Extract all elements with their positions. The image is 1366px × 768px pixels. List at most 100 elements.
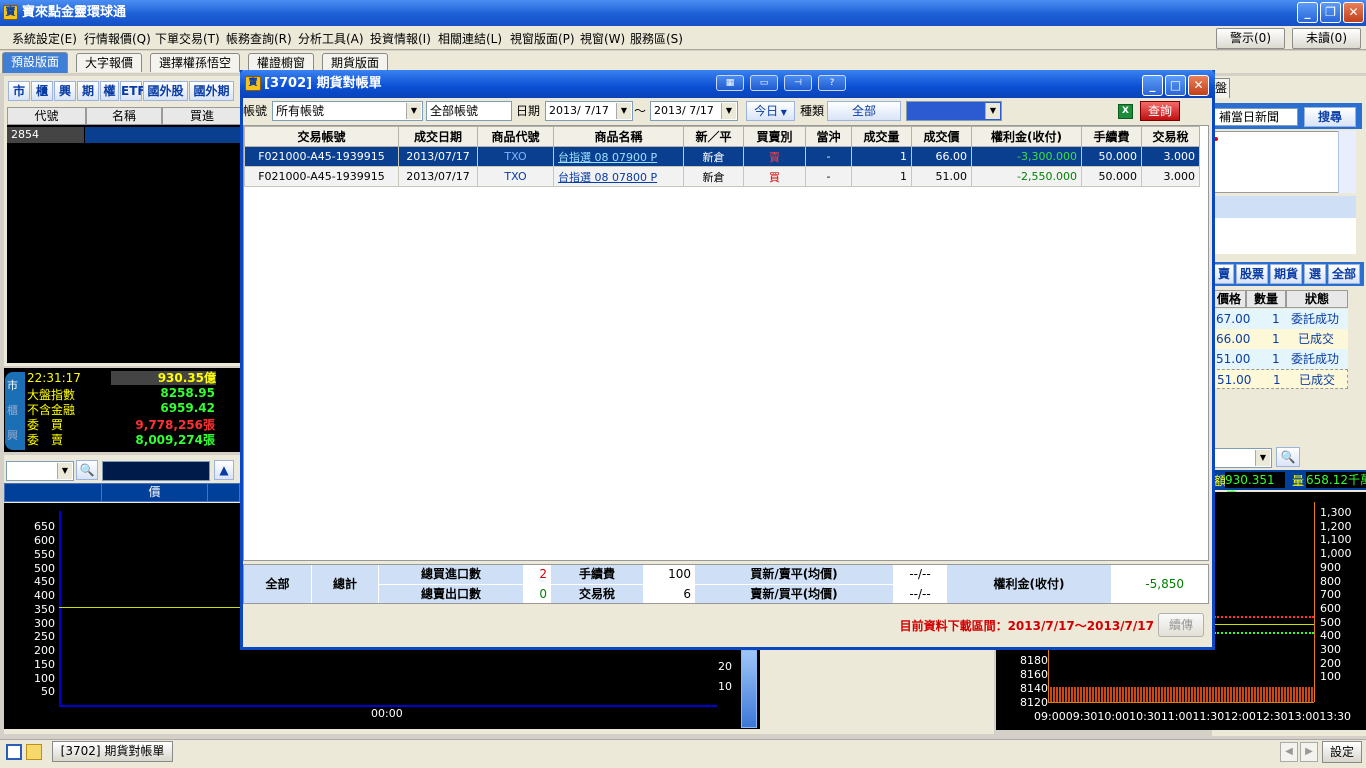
menu-account[interactable]: 帳務查詢(R) <box>226 30 292 47</box>
index-search-button[interactable]: 🔍 <box>1276 447 1300 467</box>
market-emerging-button[interactable]: 興 <box>54 81 76 101</box>
continue-download-button[interactable]: 續傳 <box>1158 613 1204 637</box>
menu-service[interactable]: 服務區(S) <box>630 30 683 47</box>
chart-search-button[interactable]: 🔍 <box>76 460 98 480</box>
col-product-code[interactable]: 商品代號 <box>477 126 554 147</box>
menu-trading[interactable]: 下單交易(T) <box>155 30 220 47</box>
col-header-name[interactable]: 名稱 <box>86 107 162 125</box>
cell-product-link[interactable]: 台指選 08 07800 P <box>553 166 684 187</box>
restore-icon[interactable]: ❐ <box>1320 2 1341 23</box>
col-side[interactable]: 買賣別 <box>743 126 806 147</box>
kind-all-button[interactable]: 全部 <box>827 101 901 121</box>
order-row[interactable]: 51.00 1 已成交 <box>1212 369 1348 389</box>
col-header-bid[interactable]: 買進 <box>162 107 242 125</box>
order-col-qty[interactable]: 數量 <box>1246 290 1286 308</box>
scroll-up-button[interactable]: ▲ <box>214 460 234 480</box>
chart-scrollbar[interactable] <box>741 650 757 728</box>
taskbar-dialog-button[interactable]: [3702] 期貨對帳單 <box>52 741 173 762</box>
chart-symbol-input[interactable] <box>102 461 210 481</box>
filter-options-button[interactable]: 選 <box>1304 264 1326 284</box>
side-tab-otc[interactable]: 櫃 <box>7 402 18 418</box>
col-qty[interactable]: 成交量 <box>851 126 912 147</box>
chart-symbol-dropdown[interactable]: ▼ <box>6 461 74 481</box>
col-price[interactable]: 成交價 <box>911 126 972 147</box>
x-tick: 13:30 <box>1319 710 1352 723</box>
tile-icon[interactable]: ▦ <box>716 75 744 91</box>
minimize-icon[interactable]: _ <box>1297 2 1318 23</box>
filter-stock-button[interactable]: 股票 <box>1236 264 1268 284</box>
market-otc-button[interactable]: 櫃 <box>31 81 53 101</box>
alert-button[interactable]: 警示(0) <box>1216 28 1285 49</box>
menu-quotes[interactable]: 行情報價(Q) <box>84 30 151 47</box>
order-col-status[interactable]: 狀態 <box>1286 290 1348 308</box>
order-col-price[interactable]: 價格 <box>1212 290 1246 308</box>
dialog-close-icon[interactable]: ✕ <box>1188 75 1209 96</box>
index-dropdown[interactable]: ▼ <box>1212 448 1272 468</box>
dialog-minimize-icon[interactable]: _ <box>1142 75 1163 96</box>
quote-row-selection[interactable] <box>85 127 242 143</box>
filter-all-button[interactable]: 全部 <box>1328 264 1360 284</box>
col-daytrade[interactable]: 當沖 <box>805 126 852 147</box>
market-futures-button[interactable]: 期 <box>77 81 99 101</box>
market-warrant-button[interactable]: 權 <box>100 81 119 101</box>
news-search-input[interactable]: 補當日新聞 <box>1214 108 1298 126</box>
side-tab-emerging[interactable]: 興 <box>7 427 18 443</box>
news-scrollbar[interactable] <box>1338 131 1356 193</box>
kind-dropdown[interactable]: ▼ <box>906 101 1002 121</box>
menu-analysis[interactable]: 分析工具(A) <box>298 30 364 47</box>
market-listed-button[interactable]: 市 <box>8 81 30 101</box>
help-icon[interactable]: ? <box>818 75 846 91</box>
col-premium[interactable]: 權利金(收付) <box>971 126 1082 147</box>
today-button[interactable]: 今日 ▼ <box>746 101 795 121</box>
market-etf-button[interactable]: ETF <box>120 81 146 101</box>
col-fee[interactable]: 手續費 <box>1081 126 1142 147</box>
excel-export-icon[interactable]: X <box>1118 104 1133 119</box>
news-search-button[interactable]: 搜尋 <box>1304 107 1356 127</box>
col-header-code[interactable]: 代號 <box>7 107 86 125</box>
market-time: 22:31:17 <box>27 371 81 385</box>
filter-futures-button[interactable]: 期貨 <box>1270 264 1302 284</box>
table-row[interactable]: F021000-A45-1939915 2013/07/17 TXO 台指選 0… <box>244 166 1200 187</box>
order-row[interactable]: 67.00 1 委託成功 <box>1212 309 1348 329</box>
window-icon[interactable] <box>6 744 22 760</box>
order-row[interactable]: 66.00 1 已成交 <box>1212 329 1348 349</box>
market-foreign-futures-button[interactable]: 國外期 <box>189 81 234 101</box>
settings-button[interactable]: 設定 <box>1322 741 1362 763</box>
table-row[interactable]: F021000-A45-1939915 2013/07/17 TXO 台指選 0… <box>244 146 1200 167</box>
summary-sell-out-label: 總賣出口數 <box>379 585 523 603</box>
dialog-maximize-icon[interactable]: □ <box>1165 75 1186 96</box>
tab-big-quote[interactable]: 大字報價 <box>76 53 143 72</box>
menu-system-settings[interactable]: 系統設定(E) <box>12 30 77 47</box>
pin-icon[interactable]: ⊣ <box>784 75 812 91</box>
col-product-name[interactable]: 商品名稱 <box>553 126 684 147</box>
layout-icon[interactable]: ▭ <box>750 75 778 91</box>
market-foreign-stock-button[interactable]: 國外股 <box>143 81 188 101</box>
menu-investment-info[interactable]: 投資情報(I) <box>370 30 431 47</box>
menu-window[interactable]: 視窗(W) <box>580 30 625 47</box>
scroll-left-icon[interactable]: ◀ <box>1280 742 1298 762</box>
close-icon[interactable]: ✕ <box>1343 2 1364 23</box>
scroll-right-icon[interactable]: ▶ <box>1300 742 1318 762</box>
col-open-close[interactable]: 新／平 <box>683 126 744 147</box>
menu-links[interactable]: 相關連結(L) <box>438 30 502 47</box>
right-tick: 700 <box>1320 588 1341 602</box>
menu-layout[interactable]: 視窗版面(P) <box>510 30 575 47</box>
unread-button[interactable]: 未讀(0) <box>1292 28 1361 49</box>
filter-sell-button[interactable]: 賣 <box>1214 264 1234 284</box>
col-trade-date[interactable]: 成交日期 <box>398 126 478 147</box>
side-tab-listed[interactable]: 市 <box>7 377 18 393</box>
folder-icon[interactable] <box>26 744 42 760</box>
cell-daytrade: - <box>805 146 852 167</box>
quote-row-code[interactable]: 2854 <box>7 127 84 143</box>
query-button[interactable]: 查詢 <box>1140 101 1180 121</box>
account-all-field[interactable]: 全部帳號 <box>426 101 512 121</box>
cell-product-link[interactable]: 台指選 08 07900 P <box>553 146 684 167</box>
col-account[interactable]: 交易帳號 <box>244 126 399 147</box>
tab-options-wukong[interactable]: 選擇權孫悟空 <box>150 53 241 72</box>
order-row[interactable]: 51.00 1 委託成功 <box>1212 349 1348 369</box>
date-from-picker[interactable]: 2013/ 7/17 ▼ <box>545 101 633 121</box>
date-to-picker[interactable]: 2013/ 7/17 ▼ <box>650 101 738 121</box>
col-tax[interactable]: 交易稅 <box>1141 126 1200 147</box>
tab-default-layout[interactable]: 預設版面 <box>2 52 69 73</box>
account-dropdown[interactable]: 所有帳號 ▼ <box>272 101 423 121</box>
